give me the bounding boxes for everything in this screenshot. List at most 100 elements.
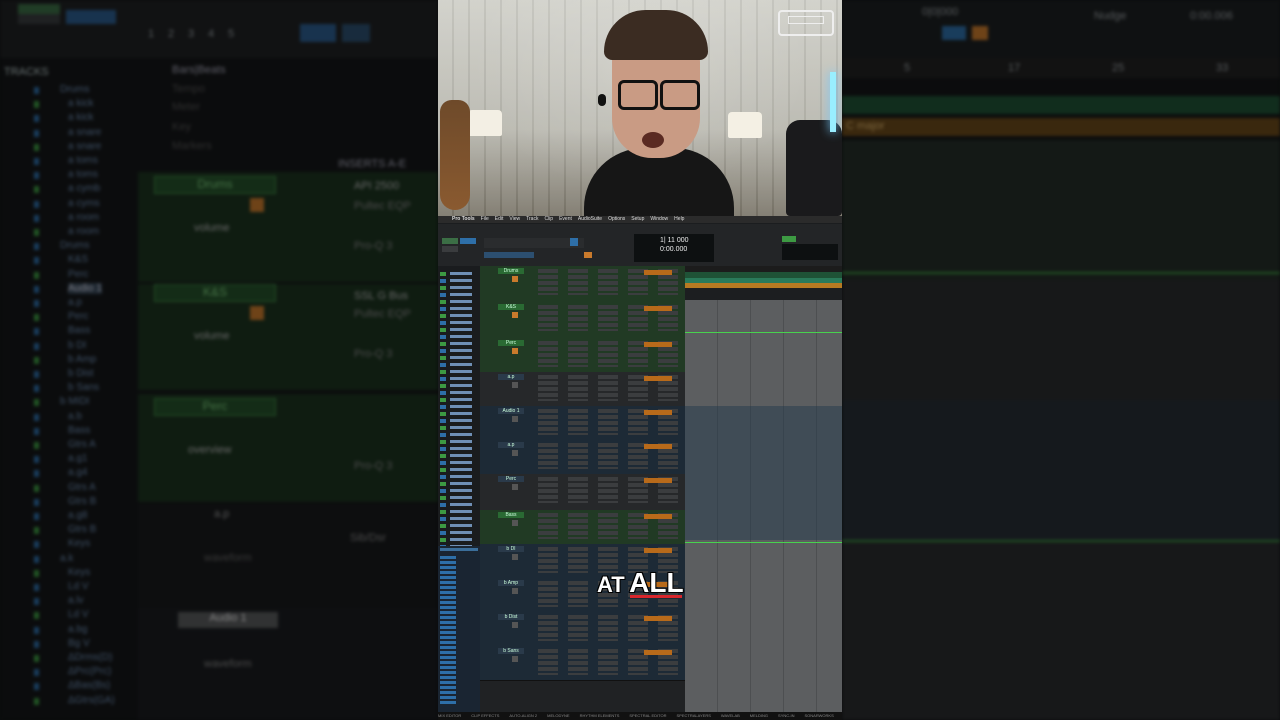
track-name[interactable]: Drums <box>498 268 524 274</box>
bottom-bar-item[interactable]: SPECTRALAYERS <box>677 713 711 718</box>
track-name[interactable]: a.p <box>498 374 524 380</box>
track-list-item[interactable] <box>450 468 472 471</box>
output-selector[interactable] <box>644 616 672 621</box>
insert-slot[interactable] <box>538 477 558 503</box>
menu-item[interactable]: Pro Tools <box>452 216 475 222</box>
insert-slot[interactable] <box>538 341 558 367</box>
output-selector[interactable] <box>644 478 672 483</box>
bottom-bar-item[interactable]: RHYTHM ELEMENTS <box>580 713 620 718</box>
track-list-item[interactable] <box>450 482 472 485</box>
track-list-item[interactable] <box>450 377 472 380</box>
track-list-item[interactable] <box>450 517 472 520</box>
track-name[interactable]: K&S <box>498 304 524 310</box>
track-name[interactable]: Perc <box>498 340 524 346</box>
track-list-item[interactable] <box>450 321 472 324</box>
track-list-item[interactable] <box>450 384 472 387</box>
insert-slot[interactable] <box>538 375 558 401</box>
track-list-item[interactable] <box>450 461 472 464</box>
bottom-bar-item[interactable]: MIX EDITOR <box>438 713 461 718</box>
insert-slot[interactable] <box>568 615 588 641</box>
grid-value[interactable] <box>782 236 796 242</box>
output-selector[interactable] <box>644 650 672 655</box>
bottom-bar-item[interactable]: MELDING <box>750 713 768 718</box>
track-name[interactable]: b Dist <box>498 614 524 620</box>
record-icon[interactable] <box>584 252 592 258</box>
output-selector[interactable] <box>644 514 672 519</box>
record-button[interactable] <box>512 484 518 490</box>
insert-slot[interactable] <box>538 269 558 295</box>
track-name[interactable]: b Amp <box>498 580 524 586</box>
record-button[interactable] <box>512 520 518 526</box>
menu-item[interactable]: Help <box>674 216 684 222</box>
track-name[interactable]: b DI <box>498 546 524 552</box>
track-list-item[interactable] <box>450 286 472 289</box>
track-list-item[interactable] <box>450 279 472 282</box>
output-selector[interactable] <box>644 376 672 381</box>
track-list-item[interactable] <box>450 328 472 331</box>
track-list-item[interactable] <box>450 538 472 541</box>
track-list-item[interactable] <box>450 349 472 352</box>
record-button[interactable] <box>512 450 518 456</box>
track-list-item[interactable] <box>450 363 472 366</box>
menu-item[interactable]: AudioSuite <box>578 216 602 222</box>
track-list-item[interactable] <box>450 314 472 317</box>
record-button[interactable] <box>512 312 518 318</box>
menu-item[interactable]: Setup <box>631 216 644 222</box>
insert-slot[interactable] <box>598 477 618 503</box>
track-name[interactable]: Bass <box>498 512 524 518</box>
bottom-bar-item[interactable]: SPECTRAL EDITOR <box>629 713 666 718</box>
insert-slot[interactable] <box>598 443 618 469</box>
track-list-item[interactable] <box>450 398 472 401</box>
main-counter[interactable]: 1| 11 000 0:00.000 <box>634 234 714 262</box>
insert-slot[interactable] <box>568 375 588 401</box>
output-selector[interactable] <box>644 410 672 415</box>
record-button[interactable] <box>512 348 518 354</box>
insert-slot[interactable] <box>598 513 618 539</box>
menu-item[interactable]: Event <box>559 216 572 222</box>
insert-slot[interactable] <box>568 443 588 469</box>
output-selector[interactable] <box>644 342 672 347</box>
insert-slot[interactable] <box>598 341 618 367</box>
insert-slot[interactable] <box>598 305 618 331</box>
insert-slot[interactable] <box>538 513 558 539</box>
track-name[interactable]: Perc <box>498 476 524 482</box>
record-button[interactable] <box>512 276 518 282</box>
record-button[interactable] <box>512 588 518 594</box>
bottom-bar-item[interactable]: SONARWORKS <box>804 713 833 718</box>
insert-slot[interactable] <box>568 649 588 675</box>
grid-button[interactable] <box>460 238 476 244</box>
track-list-item[interactable] <box>450 342 472 345</box>
track-name[interactable]: a.p <box>498 442 524 448</box>
insert-slot[interactable] <box>598 409 618 435</box>
insert-slot[interactable] <box>598 269 618 295</box>
insert-slot[interactable] <box>568 477 588 503</box>
menu-item[interactable]: Track <box>526 216 538 222</box>
zoom-tools[interactable] <box>484 238 584 248</box>
record-button[interactable] <box>512 382 518 388</box>
track-list-item[interactable] <box>450 370 472 373</box>
track-list-item[interactable] <box>450 447 472 450</box>
menu-item[interactable]: Edit <box>495 216 504 222</box>
track-list-item[interactable] <box>450 503 472 506</box>
insert-slot[interactable] <box>538 409 558 435</box>
output-selector[interactable] <box>644 306 672 311</box>
insert-slot[interactable] <box>568 305 588 331</box>
track-list-item[interactable] <box>450 419 472 422</box>
record-button[interactable] <box>512 416 518 422</box>
menu-item[interactable]: View <box>509 216 520 222</box>
bottom-bar-item[interactable]: AUTO-ALIGN 2 <box>509 713 537 718</box>
slip-button[interactable] <box>442 246 458 252</box>
track-list-item[interactable] <box>450 335 472 338</box>
insert-slot[interactable] <box>538 615 558 641</box>
track-list-item[interactable] <box>450 307 472 310</box>
insert-slot[interactable] <box>568 581 588 607</box>
track-list-item[interactable] <box>450 496 472 499</box>
track-list-item[interactable] <box>450 475 472 478</box>
record-button[interactable] <box>512 554 518 560</box>
track-list-item[interactable] <box>450 426 472 429</box>
track-list-item[interactable] <box>450 293 472 296</box>
bottom-bar-item[interactable]: CLIP EFFECTS <box>471 713 499 718</box>
bottom-bar-item[interactable]: MELODYNE <box>547 713 569 718</box>
menu-item[interactable]: Clip <box>544 216 553 222</box>
track-list-item[interactable] <box>450 391 472 394</box>
